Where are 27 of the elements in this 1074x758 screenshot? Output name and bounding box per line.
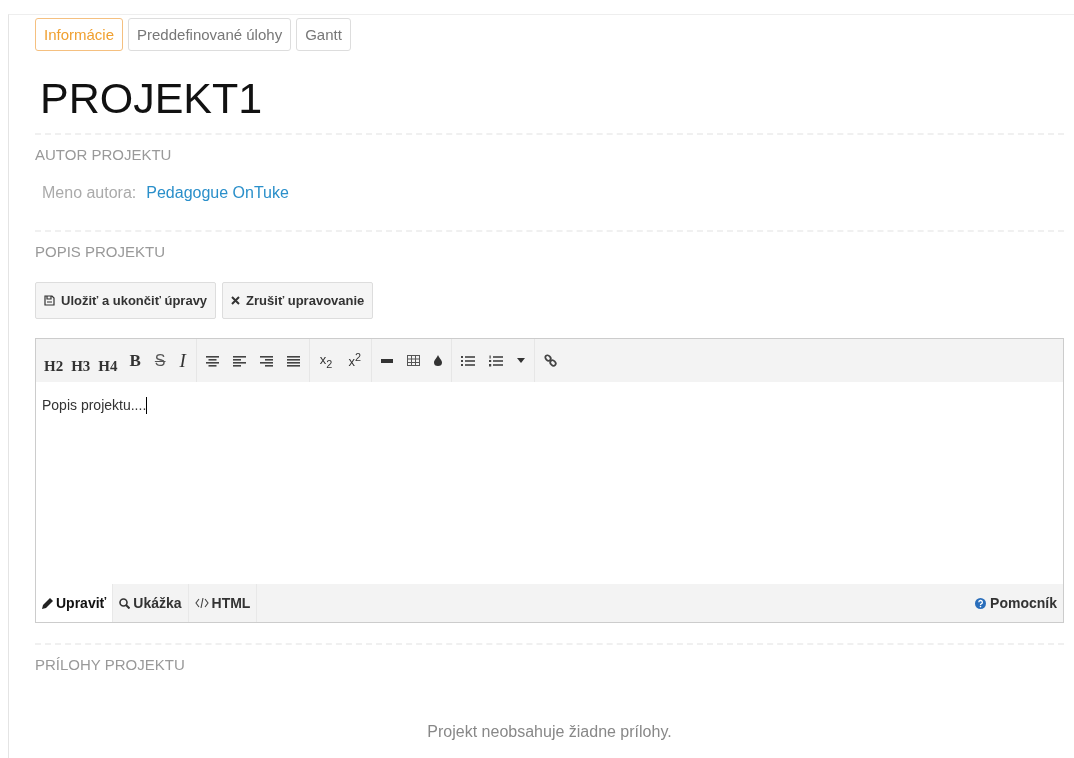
- tab[interactable]: Preddefinované úlohy: [128, 18, 292, 51]
- editor-text: Popis projektu....: [42, 397, 147, 413]
- project-title: PROJEKT1: [40, 73, 264, 123]
- pencil-icon: [42, 597, 53, 609]
- format-button[interactable]: H2: [40, 358, 68, 374]
- mode-tab[interactable]: Upraviť: [36, 584, 114, 622]
- search-icon: [119, 597, 131, 609]
- author-label: Meno autora:: [42, 184, 137, 202]
- floppy-icon: [44, 295, 55, 306]
- format-button[interactable]: H4: [94, 358, 122, 374]
- script-button[interactable]: x$^{2}$: [340, 351, 369, 370]
- cancel-button[interactable]: Zrušiť upravovanie: [222, 282, 374, 319]
- script-button[interactable]: x$_{2}$: [311, 351, 341, 370]
- empty-message: Projekt neobsahuje žiadne prílohy.: [426, 723, 673, 741]
- format-button[interactable]: S: [148, 352, 172, 369]
- format-button[interactable]: I: [171, 351, 194, 370]
- section-heading: PRÍLOHY PROJEKTU: [35, 656, 186, 673]
- tab[interactable]: Gantt: [296, 18, 351, 51]
- section-heading: POPIS PROJEKTU: [35, 243, 167, 260]
- author-link[interactable]: Pedagogue OnTuke: [146, 184, 289, 202]
- save-button[interactable]: Uložiť a ukončiť úpravy: [35, 282, 217, 319]
- format-button[interactable]: H3: [67, 358, 95, 374]
- close-icon: [231, 296, 241, 305]
- code-icon: [194, 598, 209, 608]
- section-heading: AUTOR PROJEKTU: [35, 146, 173, 163]
- format-button[interactable]: B: [121, 352, 149, 369]
- help-icon: [975, 597, 987, 609]
